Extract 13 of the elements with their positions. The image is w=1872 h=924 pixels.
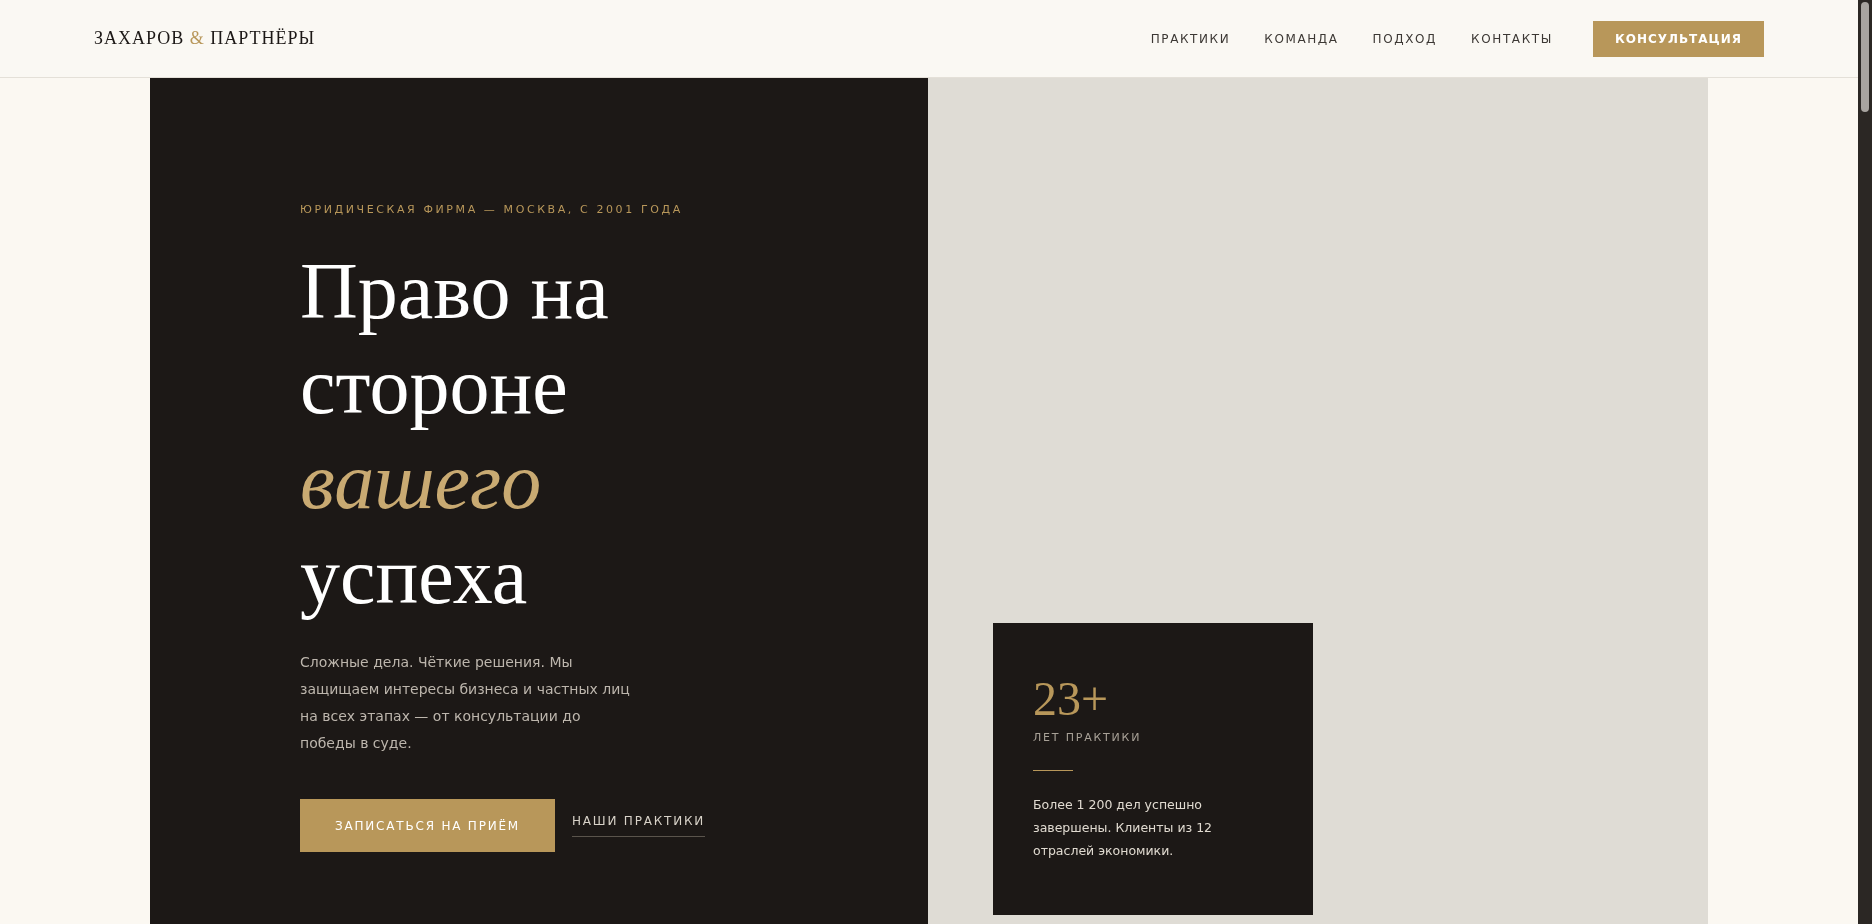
hero-description: Сложные дела. Чёткие решения. Мы защищаем интересы бизнеса и частных лиц на всех этапах — от консультации до победы в суде. — [300, 653, 631, 753]
practices-link[interactable]: НАШИ ПРАКТИКИ — [572, 814, 706, 837]
nav-link[interactable]: ПРАКТИКИ — [1150, 31, 1231, 46]
scrollbar[interactable] — [1858, 0, 1872, 924]
eyebrow-text: ЮРИДИЧЕСКАЯ ФИРМА — МОСКВА, С 2001 ГОДА — [300, 203, 683, 216]
hero-headline: Право на стороне вашего успеха — [300, 246, 610, 622]
nav-link[interactable]: ПОДХОД — [1372, 31, 1438, 46]
stat-value: 23+ — [1033, 673, 1109, 725]
stat-label: ЛЕТ ПРАКТИКИ — [1033, 731, 1142, 744]
nav-link[interactable]: КОНТАКТЫ — [1471, 31, 1553, 46]
nav-link[interactable]: КОМАНДА — [1264, 31, 1339, 46]
logo[interactable]: ЗАХАРОВ & ПАРТНЁРЫ — [94, 28, 316, 49]
stat-description: Более 1 200 дел успешно завершены. Клиенты из 12 отраслей экономики. — [1033, 796, 1214, 860]
